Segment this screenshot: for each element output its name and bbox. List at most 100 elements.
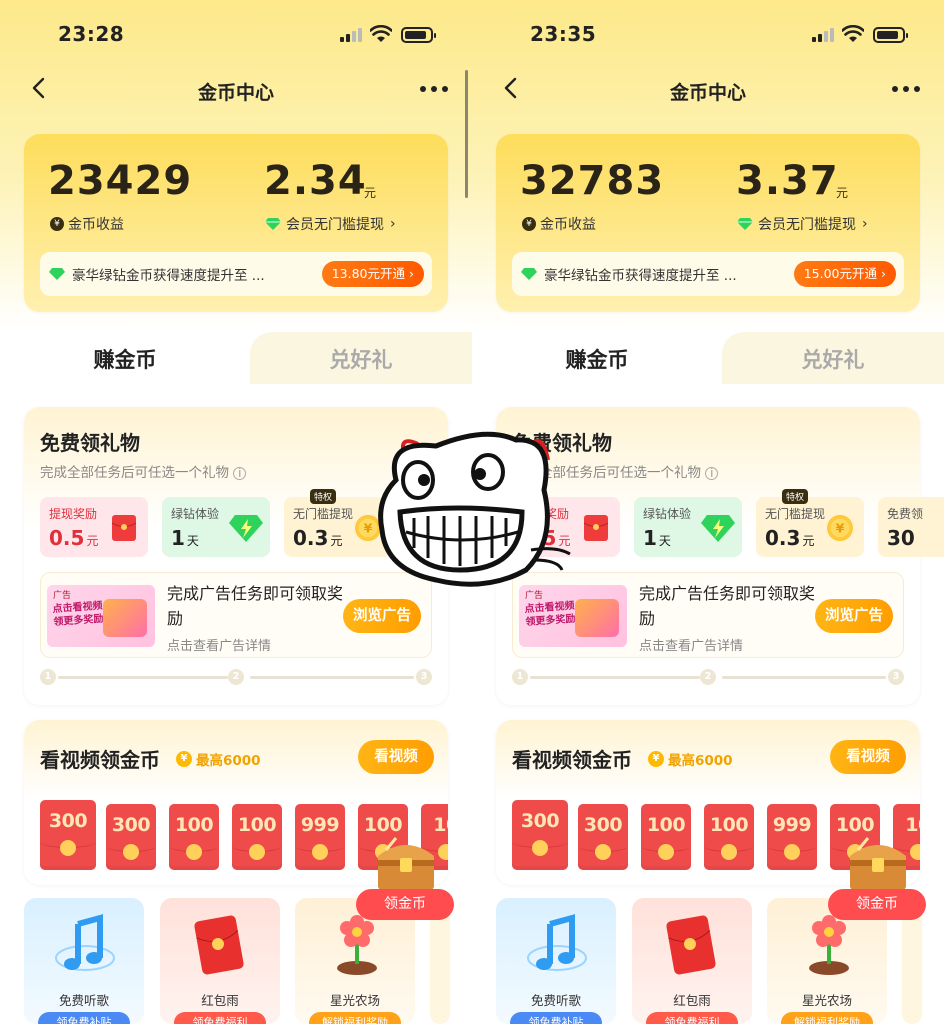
activity-button[interactable]: 解锁福利奖励 xyxy=(781,1012,873,1024)
nav-bar: 金币中心 xyxy=(472,70,944,110)
status-time: 23:28 xyxy=(58,22,125,46)
activity-button[interactable]: 领免费补贴 xyxy=(510,1012,602,1024)
red-envelope-icon xyxy=(583,515,609,541)
ad-subtitle[interactable]: 点击查看广告详情 xyxy=(167,635,271,654)
treasure-chest-icon[interactable] xyxy=(844,828,912,892)
cash-balance: 3.37 xyxy=(736,158,839,204)
privilege-tag: 特权 xyxy=(309,489,336,504)
ad-title: 完成广告任务即可领取奖励 xyxy=(167,584,344,628)
tab-redeem-gifts[interactable]: 兑好礼 xyxy=(722,332,944,384)
green-diamond-icon xyxy=(521,268,537,280)
red-envelope[interactable]: 300 xyxy=(512,800,568,870)
status-bar: 23:28 xyxy=(0,22,472,48)
open-vip-button[interactable]: 15.00元开通 › xyxy=(793,261,896,287)
activity-button[interactable]: 领免费福利 xyxy=(646,1012,738,1024)
tab-earn-coins[interactable]: 赚金币 xyxy=(472,332,722,384)
activity-button[interactable]: 领免费福利 xyxy=(174,1012,266,1024)
progress-step: 1 xyxy=(40,669,56,685)
page-title: 金币中心 xyxy=(197,82,274,104)
green-diamond-icon xyxy=(49,268,65,280)
flower-pot-icon xyxy=(809,915,849,975)
ad-thumbnail: 广告 点击看视频 领更多奖励 xyxy=(47,585,155,647)
activity-free-music[interactable]: 免费听歌 领免费补贴 xyxy=(24,898,144,1024)
battery-icon xyxy=(401,27,436,43)
more-options-icon[interactable] xyxy=(420,86,448,94)
max-reward: ¥ 最高6000 xyxy=(176,749,261,769)
red-envelope[interactable]: 300 xyxy=(578,804,628,870)
red-envelope[interactable]: 300 xyxy=(106,804,156,870)
svg-text:¥: ¥ xyxy=(836,522,845,536)
wifi-icon xyxy=(842,25,864,42)
progress-step: 2 xyxy=(700,669,716,685)
signal-icon xyxy=(340,28,364,42)
coin-icon: ¥ xyxy=(648,751,664,767)
tab-earn-coins[interactable]: 赚金币 xyxy=(0,332,250,384)
coin-balance: 32783 xyxy=(520,158,665,204)
tab-bar: 兑好礼 赚金币 xyxy=(472,332,944,384)
coin-icon: ¥ xyxy=(176,751,192,767)
cash-unit: 元 xyxy=(364,186,377,200)
red-envelope[interactable]: 100 xyxy=(641,804,691,870)
red-envelope[interactable]: 999 xyxy=(767,804,817,870)
flower-pot-icon xyxy=(337,915,377,975)
music-note-icon xyxy=(55,914,115,971)
vip-promo-strip: 豪华绿钻金币获得速度提升至 ... 15.00元开通 › xyxy=(512,252,904,296)
claim-coins-button[interactable]: 领金币 xyxy=(828,889,926,920)
red-envelope[interactable]: 300 xyxy=(40,800,96,870)
cash-unit: 元 xyxy=(836,186,849,200)
ad-subtitle[interactable]: 点击查看广告详情 xyxy=(639,635,743,654)
reward-chip-cash[interactable]: 提现奖励 0.5元 xyxy=(40,497,148,557)
vip-promo-strip: 豪华绿钻金币获得速度提升至 ... 13.80元开通 › xyxy=(40,252,432,296)
earnings-card: 32783 ¥ 金币收益 3.37 元 会员无门槛提现 › 豪华绿钻金币获得速度提升… xyxy=(496,134,920,312)
treasure-chest-icon[interactable] xyxy=(372,828,440,892)
activity-red-packet-rain[interactable]: 红包雨 领免费福利 xyxy=(632,898,752,1024)
page-title: 金币中心 xyxy=(669,82,746,104)
activity-button[interactable]: 解锁福利奖励 xyxy=(309,1012,401,1024)
activity-free-music[interactable]: 免费听歌 领免费补贴 xyxy=(496,898,616,1024)
red-envelope-icon xyxy=(194,915,244,975)
red-envelope[interactable]: 100 xyxy=(704,804,754,870)
withdraw-link[interactable]: 会员无门槛提现 › xyxy=(736,214,868,234)
watch-video-button[interactable]: 看视频 xyxy=(358,740,434,774)
browse-ad-button[interactable]: 浏览广告 xyxy=(815,599,893,633)
red-envelope-icon xyxy=(666,915,716,975)
red-envelope[interactable]: 100 xyxy=(169,804,219,870)
more-options-icon[interactable] xyxy=(892,86,920,94)
reward-chip-free[interactable]: 免费领 30 xyxy=(878,497,944,557)
green-diamond-bolt-icon xyxy=(701,515,735,542)
coin-earnings-label: ¥ 金币收益 xyxy=(50,214,124,234)
gift-boxes-icon xyxy=(103,599,147,637)
info-icon[interactable]: i xyxy=(705,467,719,480)
activity-red-packet-rain[interactable]: 红包雨 领免费福利 xyxy=(160,898,280,1024)
withdraw-link[interactable]: 会员无门槛提现 › xyxy=(264,214,396,234)
earnings-card: 23429 ¥ 金币收益 2.34 元 会员无门槛提现 › 豪华绿钻金币获得速度提升… xyxy=(24,134,448,312)
red-envelope[interactable]: 999 xyxy=(295,804,345,870)
claim-coins-button[interactable]: 领金币 xyxy=(356,889,454,920)
red-envelope[interactable]: 100 xyxy=(232,804,282,870)
reward-chip-green-vip[interactable]: 绿钻体验 1天 xyxy=(634,497,742,557)
progress-step: 1 xyxy=(512,669,528,685)
battery-icon xyxy=(873,27,908,43)
wifi-icon xyxy=(370,25,392,42)
grinning-sticker-overlay xyxy=(378,431,571,587)
max-reward: ¥ 最高6000 xyxy=(648,749,733,769)
tab-redeem-gifts[interactable]: 兑好礼 xyxy=(250,332,472,384)
progress-step: 2 xyxy=(228,669,244,685)
browse-ad-button[interactable]: 浏览广告 xyxy=(343,599,421,633)
watch-video-button[interactable]: 看视频 xyxy=(830,740,906,774)
yen-coin-icon: ¥ xyxy=(50,217,64,231)
section-title: 看视频领金币 xyxy=(40,748,160,772)
chevron-right-icon: › xyxy=(390,216,396,232)
reward-chip-withdraw[interactable]: 特权 无门槛提现 0.3 元 ¥ xyxy=(756,489,864,557)
scrollbar[interactable] xyxy=(465,70,468,198)
tab-bar: 兑好礼 赚金币 xyxy=(0,332,472,384)
open-vip-button[interactable]: 13.80元开通 › xyxy=(321,261,424,287)
info-icon[interactable]: i xyxy=(233,467,247,480)
chevron-right-icon: › xyxy=(862,216,868,232)
music-note-icon xyxy=(527,914,587,971)
red-envelope-icon xyxy=(111,515,137,541)
reward-chip-green-vip[interactable]: 绿钻体验 1天 xyxy=(162,497,270,557)
activity-button[interactable]: 领免费补贴 xyxy=(38,1012,130,1024)
task-progress: 1 2 3 xyxy=(40,669,432,685)
coin-earnings-label: ¥ 金币收益 xyxy=(522,214,596,234)
